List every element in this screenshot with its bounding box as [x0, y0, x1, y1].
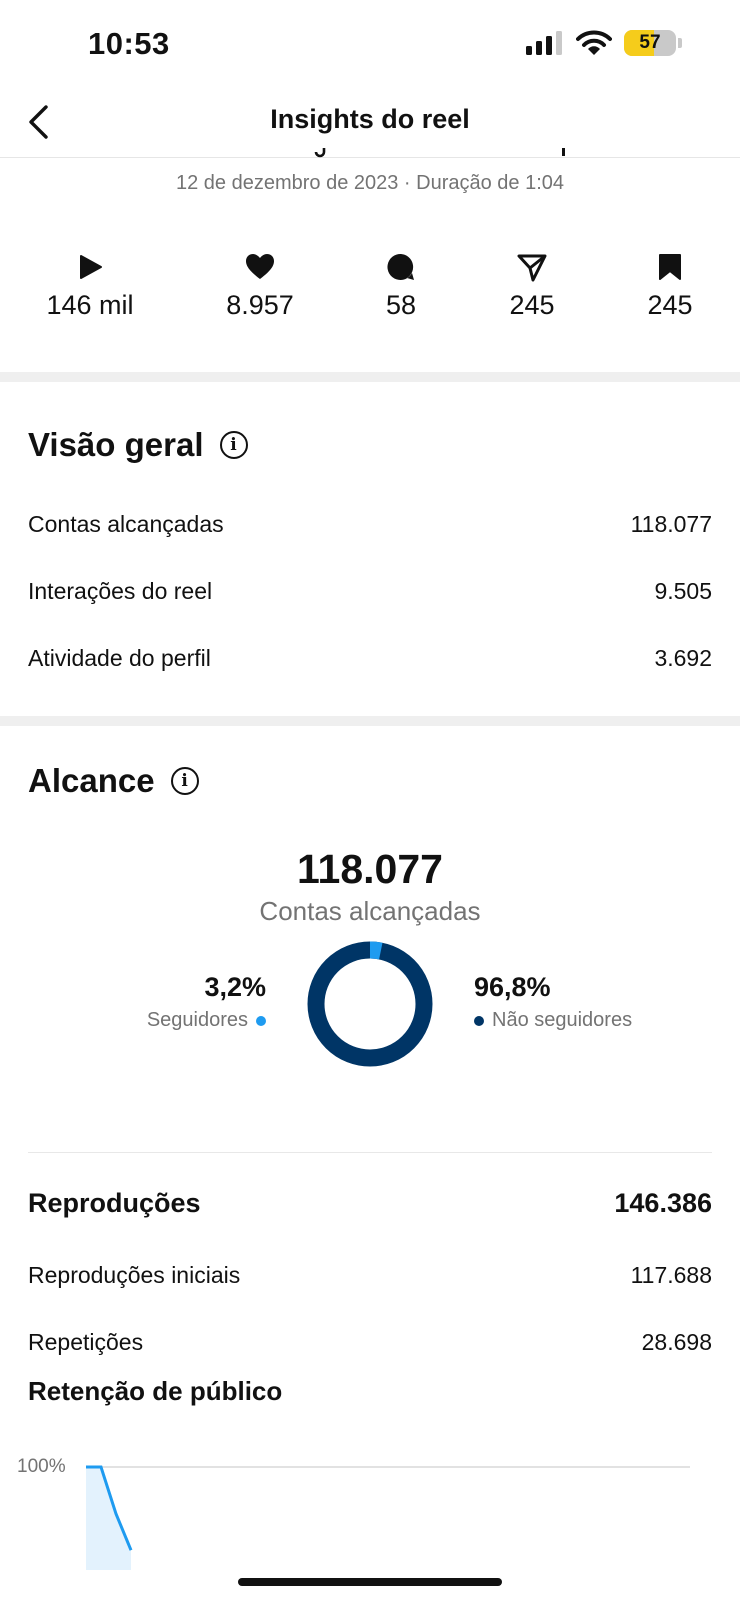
status-bar: 10:53 57	[0, 0, 740, 88]
metric-saves: 245	[610, 252, 730, 321]
overview-row-reel-interactions[interactable]: Interações do reel 9.505	[28, 578, 712, 605]
non-followers-label-row: Não seguidores	[474, 1009, 632, 1032]
metric-likes: 8.957	[200, 252, 320, 321]
retention-area	[86, 1467, 131, 1570]
comment-icon	[387, 253, 414, 280]
retention-chart	[86, 1465, 690, 1570]
retention-title: Retenção de público	[28, 1376, 283, 1406]
followers-legend: 3,2% Seguidores	[147, 972, 266, 1032]
post-date-duration: 12 de dezembro de 2023 · Duração de 1:04	[175, 172, 565, 194]
plays-title: Reproduções	[28, 1188, 201, 1218]
donut-non-followers	[307, 941, 433, 1067]
overview-title: Visão geral	[28, 426, 204, 463]
metric-shares: 245	[472, 252, 592, 321]
send-icon	[517, 254, 547, 282]
metrics-row: 146 mil 8.957 58 245 245	[0, 252, 740, 332]
info-icon[interactable]: i	[170, 767, 199, 795]
status-time: 10:53	[88, 26, 170, 61]
plays-row-initial: Reproduções iniciais 117.688	[28, 1262, 712, 1289]
row-label: Atividade do perfil	[28, 645, 211, 671]
followers-percent: 3,2%	[204, 972, 266, 1002]
metric-value: 146 mil	[46, 290, 134, 320]
plays-total-row: Reproduções 146.386	[28, 1188, 712, 1219]
row-label: Contas alcançadas	[28, 511, 224, 537]
followers-label: Seguidores	[146, 1009, 248, 1031]
non-followers-label: Não seguidores	[492, 1009, 633, 1031]
followers-label-row: Seguidores	[147, 1009, 266, 1032]
overview-heading: Visão geral i	[28, 426, 248, 464]
reach-subtitle: Contas alcançadas	[259, 896, 481, 926]
play-icon	[80, 255, 102, 279]
plays-total: 146.386	[614, 1188, 712, 1218]
metric-value: 245	[509, 290, 555, 320]
battery-icon: 57	[624, 30, 676, 56]
reach-total: 118.077	[297, 846, 443, 892]
row-label: Reproduções iniciais	[28, 1262, 241, 1288]
battery-level: 57	[639, 32, 661, 53]
non-followers-percent: 96,8%	[474, 972, 551, 1002]
home-indicator	[238, 1578, 502, 1586]
reach-heading: Alcance i	[28, 762, 199, 800]
heart-icon	[246, 254, 274, 279]
section-divider	[0, 372, 740, 382]
metric-comments: 58	[341, 252, 461, 321]
battery-tip	[678, 38, 682, 48]
plays-row-replays: Repetições 28.698	[28, 1329, 712, 1356]
cellular-signal-icon	[526, 31, 562, 55]
row-value: 118.077	[630, 511, 712, 537]
reach-title: Alcance	[28, 762, 155, 799]
wifi-icon	[576, 30, 612, 55]
row-label: Repetições	[28, 1329, 144, 1355]
reach-donut-chart	[307, 941, 433, 1067]
row-value: 28.698	[641, 1329, 712, 1355]
followers-dot	[256, 1015, 266, 1026]
scrolled-caption-fragment	[314, 148, 565, 158]
overview-row-profile-activity[interactable]: Atividade do perfil 3.692	[28, 645, 712, 672]
row-value: 117.688	[630, 1262, 712, 1288]
row-label: Interações do reel	[28, 578, 213, 604]
info-icon[interactable]: i	[219, 431, 248, 459]
status-icons: 57	[526, 30, 682, 56]
divider	[28, 1152, 712, 1153]
bookmark-icon	[659, 254, 681, 280]
row-value: 9.505	[654, 578, 712, 604]
metric-value: 58	[385, 290, 417, 320]
section-divider	[0, 716, 740, 726]
metric-value: 245	[647, 290, 693, 320]
row-value: 3.692	[654, 645, 712, 671]
metric-value: 8.957	[226, 290, 294, 320]
non-followers-legend: 96,8% Não seguidores	[474, 972, 632, 1032]
metric-plays: 146 mil	[30, 252, 150, 321]
overview-row-accounts-reached[interactable]: Contas alcançadas 118.077	[28, 511, 712, 538]
non-followers-dot	[474, 1015, 484, 1026]
page-title: Insights do reel	[270, 104, 470, 134]
